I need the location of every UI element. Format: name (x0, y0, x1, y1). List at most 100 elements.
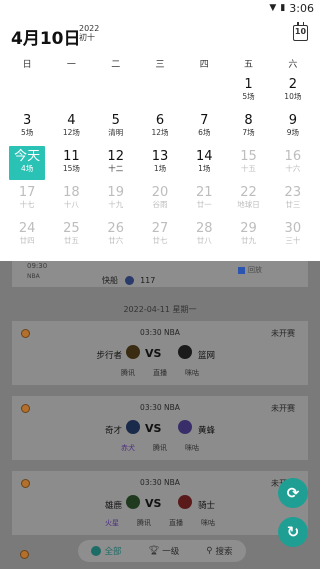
calendar-day[interactable]: 27 廿七 (138, 218, 182, 254)
day-subtext: 廿四 (19, 236, 35, 245)
calendar-day (5, 74, 49, 110)
away-team-name: 篮网 (198, 351, 216, 361)
calendar-day[interactable]: 3 5场 (5, 110, 49, 146)
day-number: 15 (240, 149, 257, 164)
day-subtext: 12场 (151, 128, 169, 137)
replay-icon (238, 267, 245, 274)
day-number: 28 (195, 221, 213, 236)
calendar-day[interactable]: 9 9场 (271, 110, 315, 146)
day-subtext: 谷雨 (152, 200, 168, 209)
day-number: 4 (67, 113, 76, 128)
day-subtext: 廿六 (108, 236, 124, 245)
calendar-day[interactable]: 16 十六 (271, 146, 315, 182)
stream-link[interactable]: 直播 (153, 368, 167, 378)
calendar-day[interactable]: 20 谷雨 (138, 182, 182, 218)
nav-level-one-label: 一级 (162, 547, 180, 557)
day-number: 21 (195, 185, 213, 200)
calendar-icon-label: 10 (294, 27, 307, 36)
calendar-day[interactable]: 25 廿五 (49, 218, 93, 254)
peek-game-card[interactable]: 09:30 NBA 快船 117 回放 (12, 261, 308, 287)
stream-link[interactable]: 火星 (105, 518, 119, 528)
day-number: 19 (107, 185, 124, 200)
stream-link[interactable]: 咪咕 (185, 368, 199, 378)
calendar-week: 24 廿四 25 廿五 26 廿六 27 廿七 28 廿八 29 廿九 30 三十 (5, 218, 315, 254)
game-time: 03:30 NBA (140, 403, 180, 412)
weekday-label: 一 (66, 59, 76, 70)
calendar-day[interactable]: 23 廿三 (271, 182, 315, 218)
calendar-day[interactable]: 14 1场 (182, 146, 226, 182)
calendar-day[interactable]: 13 1场 (138, 146, 182, 182)
nav-all[interactable]: 全部 (91, 545, 122, 557)
game-card[interactable]: 03:30 NBA未开赛雄鹿VS骑士火星腾讯直播咪咕 (12, 471, 308, 535)
day-subtext: 地球日 (237, 200, 260, 209)
day-number: 7 (200, 113, 209, 128)
day-subtext: 12场 (62, 128, 80, 137)
calendar-day[interactable]: 18 十八 (49, 182, 93, 218)
calendar-day[interactable]: 5 清明 (94, 110, 138, 146)
away-team-name: 黄蜂 (198, 426, 216, 436)
day-subtext: 6场 (198, 128, 211, 137)
calendar-day[interactable]: 2 10场 (271, 74, 315, 110)
stream-link[interactable]: 腾讯 (137, 518, 151, 528)
replay-link[interactable]: 回放 (248, 265, 262, 275)
calendar-today-icon[interactable]: 10 (293, 22, 308, 41)
calendar-day[interactable]: 17 十七 (5, 182, 49, 218)
stream-links: 火星 腾讯 直播 咪咕 (12, 518, 308, 528)
stream-link[interactable]: 赤犬 (121, 443, 135, 453)
calendar-day[interactable]: 8 7场 (226, 110, 270, 146)
weekday-label: 三 (155, 59, 165, 70)
game-card[interactable]: 03:30 NBA 未开赛 步行者 VS 篮网 腾讯 直播 咪咕 (12, 321, 308, 385)
calendar-day[interactable]: 11 15场 (49, 146, 93, 182)
calendar-day-today[interactable]: 今天 4场 (5, 146, 49, 182)
trophy-icon: 🏆︎ (148, 546, 160, 556)
day-subtext: 廿一 (196, 200, 212, 209)
day-number: 24 (18, 221, 36, 236)
calendar-jump-button[interactable]: ↻ (278, 517, 308, 547)
calendar-day[interactable]: 28 廿八 (182, 218, 226, 254)
calendar-day[interactable]: 15 十五 (226, 146, 270, 182)
league-icon (20, 550, 29, 559)
calendar-day[interactable]: 22 地球日 (226, 182, 270, 218)
day-subtext: 5场 (242, 92, 255, 101)
calendar-day[interactable]: 26 廿六 (94, 218, 138, 254)
nav-search[interactable]: ⚲ 搜索 (206, 545, 232, 557)
battery-icon: ▮ (280, 3, 286, 13)
calendar-day[interactable]: 7 6场 (182, 110, 226, 146)
calendar-day[interactable]: 4 12场 (49, 110, 93, 146)
day-subtext: 十五 (241, 164, 257, 173)
day-subtext: 15场 (62, 164, 80, 173)
peek-game-league: NBA (27, 273, 40, 280)
day-number: 26 (107, 221, 124, 236)
match-list: 09:30 NBA 快船 117 回放 2022-04-11 星期一 03:30… (0, 261, 320, 569)
stream-link[interactable]: 咪咕 (201, 518, 215, 528)
calendar-week: 3 5场 4 12场 5 清明 6 12场 7 6场 8 7场 9 9场 (5, 110, 315, 146)
stream-link[interactable]: 咪咕 (185, 443, 199, 453)
weekday-label: 六 (288, 59, 298, 70)
nav-search-label: 搜索 (215, 547, 233, 557)
day-number: 29 (240, 221, 257, 236)
calendar-day (138, 74, 182, 110)
calendar-day[interactable]: 21 廿一 (182, 182, 226, 218)
stream-link[interactable]: 直播 (169, 518, 183, 528)
calendar-day[interactable]: 30 三十 (271, 218, 315, 254)
calendar-day[interactable]: 24 廿四 (5, 218, 49, 254)
calendar-week: 今天 4场 11 15场 12 十二 13 1场 14 1场 15 十五 16 十六 (5, 146, 315, 182)
nav-level-one[interactable]: 🏆︎ 一级 (148, 545, 179, 557)
away-team-logo-icon (178, 420, 192, 434)
day-subtext: 十六 (285, 164, 301, 173)
calendar-day[interactable]: 19 十九 (94, 182, 138, 218)
vs-label: VS (145, 347, 162, 360)
date-divider: 2022-04-11 星期一 (123, 305, 197, 314)
calendar-day[interactable]: 29 廿九 (226, 218, 270, 254)
calendar-day[interactable]: 6 12场 (138, 110, 182, 146)
game-card[interactable]: 03:30 NBA 未开赛 奇才 VS 黄蜂 赤犬 腾讯 咪咕 (12, 396, 308, 460)
refresh-button[interactable]: ⟳ (278, 478, 308, 508)
stream-link[interactable]: 腾讯 (153, 443, 167, 453)
game-time: 03:30 NBA (140, 328, 180, 337)
calendar-day[interactable]: 1 5场 (226, 74, 270, 110)
calendar-lunar-date: 初十 (79, 33, 95, 42)
stream-link[interactable]: 腾讯 (121, 368, 135, 378)
day-number: 11 (63, 149, 80, 164)
calendar-day[interactable]: 12 十二 (94, 146, 138, 182)
day-number: 1 (244, 77, 253, 92)
